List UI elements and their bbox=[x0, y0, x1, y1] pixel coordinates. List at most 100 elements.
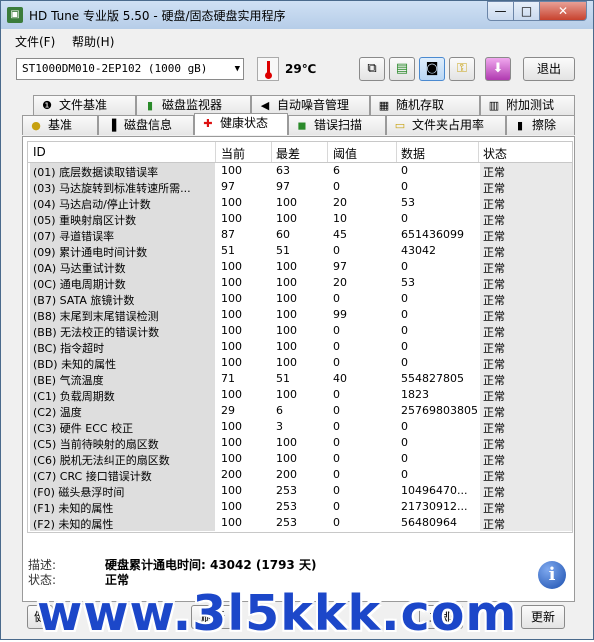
table-row[interactable]: (B8) 末尾到末尾错误检测 100 100 99 0 正常 bbox=[28, 307, 572, 323]
cell-cur: 71 bbox=[221, 372, 235, 385]
cell-data: 0 bbox=[401, 292, 408, 305]
tab-label: 随机存取 bbox=[396, 98, 445, 112]
cell-data: 21730912... bbox=[401, 500, 468, 513]
column-header[interactable]: 状态 bbox=[483, 145, 507, 162]
tab-random-access[interactable]: ▦ 随机存取 bbox=[370, 95, 480, 115]
table-row[interactable]: (BE) 气流温度 71 51 40 554827805 正常 bbox=[28, 371, 572, 387]
cell-thr: 10 bbox=[333, 212, 347, 225]
update-button[interactable]: 更新 bbox=[521, 605, 565, 629]
cell-data: 43042 bbox=[401, 244, 436, 257]
cell-data: 53 bbox=[401, 196, 415, 209]
table-row[interactable]: (C3) 硬件 ECC 校正 100 3 0 0 正常 bbox=[28, 419, 572, 435]
table-row[interactable]: (B7) SATA 旅镜计数 100 100 0 0 正常 bbox=[28, 291, 572, 307]
table-row[interactable]: (F1) 未知的属性 100 253 0 21730912... 正常 bbox=[28, 499, 572, 515]
table-row[interactable]: (03) 马达旋转到标准转速所需... 97 97 0 0 正常 bbox=[28, 179, 572, 195]
paste-button[interactable]: ▤ bbox=[389, 57, 415, 81]
tab-error-scan[interactable]: ◼ 错误扫描 bbox=[288, 115, 386, 135]
cell-st: 正常 bbox=[483, 438, 505, 451]
table-row[interactable]: (07) 寻道错误率 87 60 45 651436099 正常 bbox=[28, 227, 572, 243]
table-row[interactable]: (C5) 当前待映射的扇区数 100 100 0 0 正常 bbox=[28, 435, 572, 451]
menu-help[interactable]: 帮助(H) bbox=[72, 33, 114, 50]
cell-worst: 100 bbox=[276, 452, 297, 465]
column-divider bbox=[271, 142, 272, 162]
tab-disk-info[interactable]: ▐ 磁盘信息 bbox=[98, 115, 194, 135]
minimize-button[interactable]: — bbox=[487, 1, 514, 21]
tab-label: 附加测试 bbox=[506, 98, 555, 112]
cell-st: 正常 bbox=[483, 454, 505, 467]
close-button[interactable]: ✕ bbox=[539, 1, 587, 21]
table-row[interactable]: (09) 累计通电时间计数 51 51 0 43042 正常 bbox=[28, 243, 572, 259]
cell-thr: 0 bbox=[333, 468, 340, 481]
cell-st: 正常 bbox=[483, 470, 505, 483]
tab-file-benchmark[interactable]: ❶ 文件基准 bbox=[33, 95, 136, 115]
tab-benchmark[interactable]: ● 基准 bbox=[22, 115, 98, 135]
maximize-button[interactable]: □ bbox=[513, 1, 540, 21]
exit-button[interactable]: 退出 bbox=[523, 57, 575, 81]
tab-extra-tests[interactable]: ▥ 附加测试 bbox=[480, 95, 575, 115]
cell-worst: 253 bbox=[276, 500, 297, 513]
table-row[interactable]: (F2) 未知的属性 100 253 0 56480964 正常 bbox=[28, 515, 572, 531]
tab-erase[interactable]: ▮ 擦除 bbox=[506, 115, 575, 135]
cell-id: (BC) 指令超时 bbox=[33, 342, 105, 355]
table-row[interactable]: (0C) 通电周期计数 100 100 20 53 正常 bbox=[28, 275, 572, 291]
table-row[interactable]: (C6) 脱机无法纠正的扇区数 100 100 0 0 正常 bbox=[28, 451, 572, 467]
cell-cur: 100 bbox=[221, 484, 242, 497]
column-header[interactable]: 当前 bbox=[221, 145, 245, 162]
cell-worst: 100 bbox=[276, 340, 297, 353]
cell-st: 正常 bbox=[483, 422, 505, 435]
cell-cur: 200 bbox=[221, 468, 242, 481]
cell-worst: 63 bbox=[276, 164, 290, 177]
cell-id: (C5) 当前待映射的扇区数 bbox=[33, 438, 159, 451]
table-row[interactable]: (BC) 指令超时 100 100 0 0 正常 bbox=[28, 339, 572, 355]
tab-disk-monitor[interactable]: ▮ 磁盘监视器 bbox=[136, 95, 251, 115]
window-title: HD Tune 专业版 5.50 - 硬盘/固态硬盘实用程序 bbox=[29, 9, 286, 23]
table-row[interactable]: (BB) 无法校正的错误计数 100 100 0 0 正常 bbox=[28, 323, 572, 339]
cell-data: 0 bbox=[401, 260, 408, 273]
cell-id: (C7) CRC 接口错误计数 bbox=[33, 470, 152, 483]
copy-button[interactable]: ⧉ bbox=[359, 57, 385, 81]
smart-table[interactable]: ID 当前 最差 阈值 数据 状态 (01) 底层数据读取错误率 100 63 6 0 正… bbox=[27, 141, 573, 533]
cell-id: (BE) 气流温度 bbox=[33, 374, 104, 387]
tab-aam[interactable]: ◀ 自动噪音管理 bbox=[251, 95, 370, 115]
table-row[interactable]: (04) 马达启动/停止计数 100 100 20 53 正常 bbox=[28, 195, 572, 211]
cell-data: 0 bbox=[401, 164, 408, 177]
key-icon: ⚿ bbox=[457, 61, 467, 76]
cell-st: 正常 bbox=[483, 166, 505, 179]
table-row[interactable]: (05) 重映射扇区计数 100 100 10 0 正常 bbox=[28, 211, 572, 227]
cell-cur: 100 bbox=[221, 452, 242, 465]
menu-bar: 文件(F) 帮助(H) bbox=[1, 29, 593, 51]
table-row[interactable]: (F0) 磁头悬浮时间 100 253 0 10496470... 正常 bbox=[28, 483, 572, 499]
menu-file[interactable]: 文件(F) bbox=[15, 33, 55, 50]
screenshot-button[interactable]: ◙ bbox=[419, 57, 445, 81]
table-row[interactable]: (C2) 温度 29 6 0 25769803805 正常 bbox=[28, 403, 572, 419]
cell-worst: 51 bbox=[276, 244, 290, 257]
column-divider bbox=[396, 142, 397, 162]
cell-thr: 0 bbox=[333, 356, 340, 369]
table-row[interactable]: (0A) 马达重试计数 100 100 97 0 正常 bbox=[28, 259, 572, 275]
info-button[interactable]: i bbox=[538, 561, 566, 589]
cell-worst: 100 bbox=[276, 292, 297, 305]
cell-st: 正常 bbox=[483, 518, 505, 531]
key-button[interactable]: ⚿ bbox=[449, 57, 475, 81]
tab-label: 擦除 bbox=[532, 118, 557, 132]
table-row[interactable]: (C1) 负载周期数 100 100 0 1823 正常 bbox=[28, 387, 572, 403]
cell-st: 正常 bbox=[483, 310, 505, 323]
download-button[interactable]: ⬇ bbox=[485, 57, 511, 81]
column-header[interactable]: 数据 bbox=[401, 145, 425, 162]
column-header[interactable]: ID bbox=[33, 145, 46, 159]
tab-folder-usage[interactable]: ▭ 文件夹占用率 bbox=[386, 115, 506, 135]
column-header[interactable]: 最差 bbox=[276, 145, 300, 162]
cell-cur: 29 bbox=[221, 404, 235, 417]
table-row[interactable]: (01) 底层数据读取错误率 100 63 6 0 正常 bbox=[28, 163, 572, 179]
cell-thr: 99 bbox=[333, 308, 347, 321]
cell-cur: 100 bbox=[221, 388, 242, 401]
tab-health[interactable]: ✚ 健康状态 bbox=[194, 113, 288, 135]
column-header[interactable]: 阈值 bbox=[333, 145, 357, 162]
benchmark-icon: ● bbox=[31, 119, 41, 132]
drive-select[interactable]: ST1000DM010-2EP102 (1000 gB) ▼ bbox=[16, 58, 244, 80]
thermometer-icon bbox=[257, 57, 279, 81]
cell-st: 正常 bbox=[483, 406, 505, 419]
table-row[interactable]: (C7) CRC 接口错误计数 200 200 0 0 正常 bbox=[28, 467, 572, 483]
table-row[interactable]: (BD) 未知的属性 100 100 0 0 正常 bbox=[28, 355, 572, 371]
tab-label: 磁盘信息 bbox=[124, 118, 173, 132]
